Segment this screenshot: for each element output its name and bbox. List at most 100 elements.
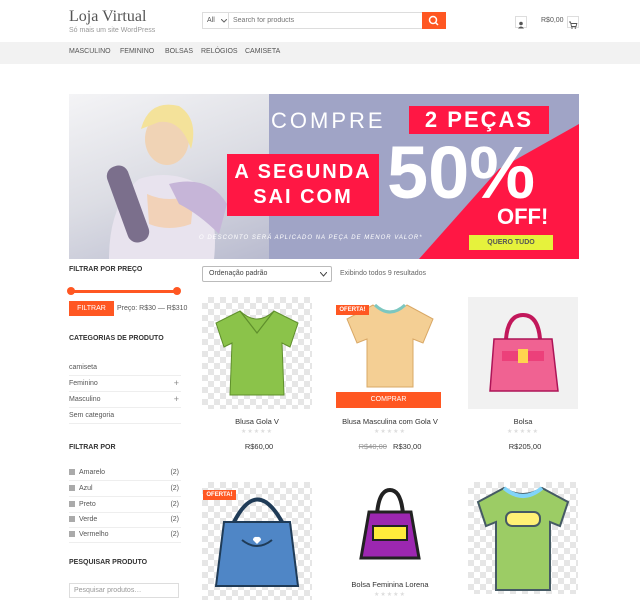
category-label: camiseta <box>69 364 98 371</box>
nav-bolsas[interactable]: BOLSAS <box>165 48 193 55</box>
product-card[interactable]: Bolsa Feminina Lorena ★★★★★ <box>335 482 445 600</box>
price-filter-title: FILTRAR POR PREÇO <box>69 266 143 273</box>
promo-banner[interactable]: COMPRE 2 PEÇAS A SEGUNDA SAI COM 50% OFF… <box>69 94 579 259</box>
chevron-down-icon <box>221 19 227 23</box>
checkbox-icon[interactable] <box>69 501 75 507</box>
product-image[interactable] <box>468 482 578 594</box>
handbag-icon <box>489 312 559 392</box>
checkbox-icon[interactable] <box>69 516 75 522</box>
product-name[interactable]: Blusa Gola V <box>202 417 312 426</box>
banner-2-pecas: 2 PEÇAS <box>409 106 549 134</box>
category-label: Feminino <box>69 380 98 387</box>
nav-camiseta[interactable]: CAMISETA <box>245 48 280 55</box>
rating-stars: ★★★★★ <box>507 429 539 435</box>
category-label: Masculino <box>69 396 101 403</box>
category-item[interactable]: Feminino + <box>69 376 181 392</box>
rating-stars: ★★★★★ <box>374 592 406 598</box>
nav-masculino[interactable]: MASCULINO <box>69 48 111 55</box>
checkbox-icon[interactable] <box>69 485 75 491</box>
color-filter-count: (2) <box>170 485 179 492</box>
orderby-select[interactable]: Ordenação padrão <box>202 266 332 282</box>
current-price: R$30,00 <box>393 442 422 451</box>
sale-badge: OFERTA! <box>203 490 236 500</box>
price-slider[interactable] <box>71 290 177 293</box>
search-category-label: All <box>207 17 215 24</box>
banner-line-b: SAI COM <box>253 186 353 208</box>
banner-cta-button[interactable]: QUERO TUDO <box>469 235 553 250</box>
search-icon <box>428 15 439 26</box>
rating-stars: ★★★★★ <box>374 429 406 435</box>
color-filter-label: Verde <box>79 516 98 523</box>
banner-note: O DESCONTO SERÁ APLICADO NA PEÇA DE MENO… <box>199 235 423 241</box>
color-filter-item[interactable]: Preto (2) <box>69 497 181 513</box>
product-search-input[interactable]: Pesquisar produtos… <box>69 583 179 598</box>
categories-title: CATEGORIAS DE PRODUTO <box>69 335 164 342</box>
product-price: R$205,00 <box>468 442 578 451</box>
cart-button[interactable] <box>567 16 579 29</box>
site-header: Loja Virtual Só mais um site WordPress A… <box>0 0 640 42</box>
product-card[interactable]: OFERTA! <box>202 482 312 600</box>
price-range-label: Preço: R$30 — R$310 <box>117 305 188 312</box>
banner-compre: COMPRE <box>271 108 386 133</box>
product-search: All <box>202 12 446 29</box>
color-filter-label: Vermelho <box>79 531 109 538</box>
product-card[interactable]: Bolsa ★★★★★ R$205,00 <box>468 297 578 457</box>
current-price: R$205,00 <box>508 442 542 451</box>
product-name[interactable]: Bolsa Feminina Lorena <box>335 580 445 589</box>
search-input[interactable] <box>231 13 421 28</box>
banner-off: OFF! <box>497 204 549 229</box>
product-name[interactable]: Blusa Masculina com Gola V <box>335 417 445 426</box>
user-icon <box>518 21 524 29</box>
nav-feminino[interactable]: FEMININO <box>120 48 154 55</box>
account-button[interactable] <box>515 16 527 29</box>
tshirt-icon <box>476 486 570 591</box>
product-image[interactable] <box>468 297 578 409</box>
category-label: Sem categoria <box>69 412 115 419</box>
product-card[interactable]: OFERTA! COMPRAR Blusa Masculina com Gola… <box>335 297 445 457</box>
price-slider-min-handle[interactable] <box>67 287 75 295</box>
product-image[interactable]: OFERTA! COMPRAR <box>335 297 445 409</box>
price-slider-max-handle[interactable] <box>173 287 181 295</box>
color-filter-count: (2) <box>170 516 179 523</box>
product-name[interactable]: Bolsa <box>468 417 578 426</box>
category-item[interactable]: Masculino + <box>69 392 181 408</box>
color-filter-count: (2) <box>170 531 179 538</box>
nav-relogios[interactable]: RELÓGIOS <box>201 48 238 55</box>
color-filter-item[interactable]: Verde (2) <box>69 512 181 528</box>
search-category-select[interactable]: All <box>203 13 229 28</box>
color-filter-item[interactable]: Azul (2) <box>69 481 181 497</box>
cart-total[interactable]: R$0,00 <box>541 17 564 24</box>
banner-50: 50% <box>387 131 536 214</box>
checkbox-icon[interactable] <box>69 469 75 475</box>
handbag-icon <box>359 487 421 560</box>
product-image[interactable]: OFERTA! <box>202 482 312 600</box>
product-price: R$60,00 <box>202 442 312 451</box>
checkbox-icon[interactable] <box>69 531 75 537</box>
expand-icon[interactable]: + <box>174 394 179 404</box>
product-card[interactable]: Blusa Gola V ★★★★★ R$60,00 <box>202 297 312 457</box>
chevron-down-icon <box>320 272 327 277</box>
category-item[interactable]: Sem categoria <box>69 408 181 424</box>
product-image[interactable] <box>202 297 312 409</box>
site-title[interactable]: Loja Virtual <box>69 8 146 26</box>
current-price: R$60,00 <box>244 442 274 451</box>
orderby-label: Ordenação padrão <box>209 270 268 277</box>
filter-button[interactable]: FILTRAR <box>69 301 114 316</box>
color-filter-label: Azul <box>79 485 93 492</box>
old-price: R$40,00 <box>358 442 387 451</box>
color-filter-item[interactable]: Amarelo (2) <box>69 465 181 481</box>
expand-icon[interactable]: + <box>174 378 179 388</box>
product-price: R$40,00 R$30,00 <box>335 442 445 451</box>
product-card[interactable] <box>468 482 578 600</box>
buy-button[interactable]: COMPRAR <box>336 392 441 408</box>
product-image[interactable] <box>335 482 445 572</box>
result-count: Exibindo todos 9 resultados <box>340 270 426 277</box>
category-item[interactable]: camiseta <box>69 360 181 376</box>
site-tagline: Só mais um site WordPress <box>69 27 156 34</box>
search-button[interactable] <box>422 12 446 29</box>
sale-badge: OFERTA! <box>336 305 369 315</box>
rating-stars: ★★★★★ <box>241 429 273 435</box>
banner-segunda: A SEGUNDA SAI COM <box>227 154 379 216</box>
color-filter-label: Preto <box>79 501 96 508</box>
color-filter-item[interactable]: Vermelho (2) <box>69 527 181 543</box>
